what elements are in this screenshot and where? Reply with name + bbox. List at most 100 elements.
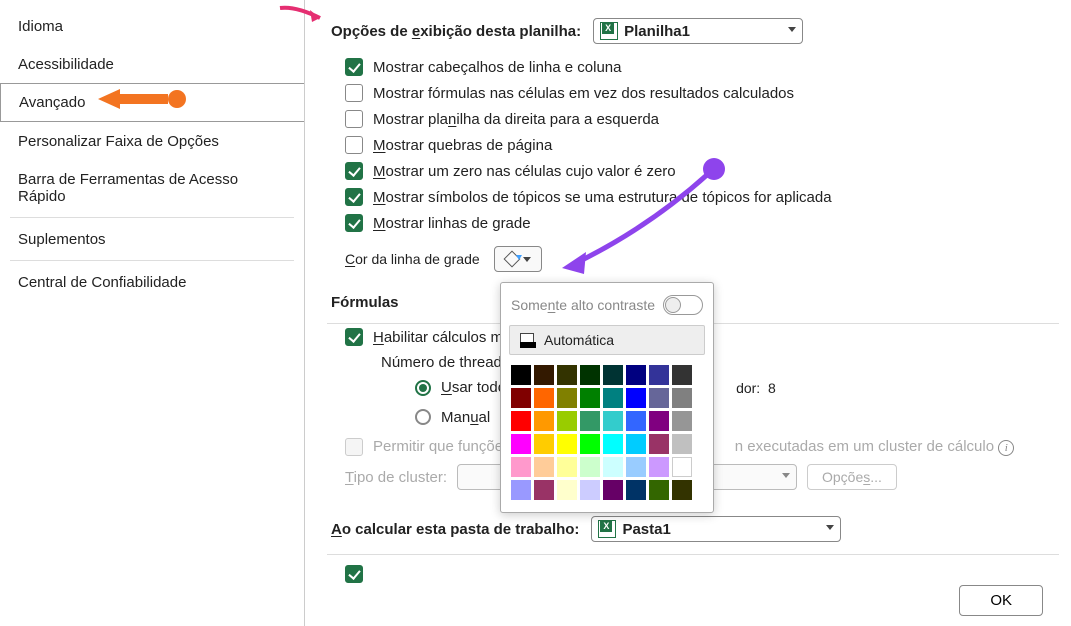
paint-bucket-icon xyxy=(505,252,519,266)
color-swatch[interactable] xyxy=(603,388,623,408)
checkbox-multithread[interactable] xyxy=(345,328,363,346)
label-manual-threads: Manual xyxy=(441,409,490,426)
ok-button[interactable]: OK xyxy=(959,585,1043,616)
sidebar-item-personalizar-faixa[interactable]: Personalizar Faixa de Opções xyxy=(0,122,304,160)
label-processor-suffix: dor: 8 xyxy=(736,380,776,396)
calc-workbook-header: Ao calcular esta pasta de trabalho: Past… xyxy=(331,516,1059,542)
chevron-down-icon xyxy=(826,525,834,530)
sidebar-item-central-confiabilidade[interactable]: Central de Confiabilidade xyxy=(0,263,304,301)
color-swatch[interactable] xyxy=(557,388,577,408)
color-swatch[interactable] xyxy=(603,365,623,385)
color-swatch[interactable] xyxy=(557,365,577,385)
annotation-purple-dot xyxy=(703,158,725,180)
color-swatch[interactable] xyxy=(672,457,692,477)
color-swatch[interactable] xyxy=(580,365,600,385)
color-swatch[interactable] xyxy=(649,434,669,454)
chevron-down-icon xyxy=(523,257,531,262)
color-swatch[interactable] xyxy=(511,365,531,385)
color-swatch[interactable] xyxy=(580,434,600,454)
color-swatch[interactable] xyxy=(534,388,554,408)
options-sidebar: Idioma Acessibilidade Avançado Personali… xyxy=(0,0,304,626)
chevron-down-icon xyxy=(788,27,796,32)
cluster-options-button: Opções... xyxy=(807,464,897,490)
checkbox-rtl-sheet[interactable] xyxy=(345,110,363,128)
color-swatch[interactable] xyxy=(672,411,692,431)
label-page-breaks: Mostrar quebras de página xyxy=(373,137,552,154)
sidebar-item-barra-acesso-rapido[interactable]: Barra de Ferramentas de Acesso Rápido xyxy=(0,160,304,215)
excel-icon xyxy=(598,520,616,538)
color-swatch[interactable] xyxy=(511,411,531,431)
checkbox-show-formulas[interactable] xyxy=(345,84,363,102)
color-swatch[interactable] xyxy=(649,480,669,500)
color-swatch[interactable] xyxy=(649,365,669,385)
label-outline-symbols: Mostrar símbolos de tópicos se uma estru… xyxy=(373,189,832,206)
color-swatch[interactable] xyxy=(557,457,577,477)
worksheet-dropdown[interactable]: Planilha1 xyxy=(593,18,803,44)
color-swatch[interactable] xyxy=(580,480,600,500)
color-swatch[interactable] xyxy=(649,457,669,477)
color-swatch[interactable] xyxy=(580,457,600,477)
gridline-color-button[interactable] xyxy=(494,246,542,272)
color-automatic[interactable]: Automática xyxy=(509,325,705,355)
color-swatch-grid xyxy=(509,363,705,502)
toggle-high-contrast[interactable] xyxy=(663,295,703,315)
color-swatch[interactable] xyxy=(603,457,623,477)
radio-manual-threads[interactable] xyxy=(415,409,431,425)
color-swatch[interactable] xyxy=(626,434,646,454)
label-rtl-sheet: Mostrar planilha da direita para a esque… xyxy=(373,111,659,128)
color-swatch[interactable] xyxy=(557,411,577,431)
color-swatch[interactable] xyxy=(603,480,623,500)
color-picker-popup: Somente alto contraste Automática xyxy=(500,282,714,513)
color-swatch[interactable] xyxy=(511,388,531,408)
label-multithread: Habilitar cálculos mu xyxy=(373,329,511,346)
color-swatch[interactable] xyxy=(511,480,531,500)
workbook-dropdown[interactable]: Pasta1 xyxy=(591,516,841,542)
color-swatch[interactable] xyxy=(672,388,692,408)
checkbox-cluster xyxy=(345,438,363,456)
color-swatch[interactable] xyxy=(626,457,646,477)
sidebar-item-acessibilidade[interactable]: Acessibilidade xyxy=(0,45,304,83)
color-swatch[interactable] xyxy=(534,365,554,385)
sidebar-item-idioma[interactable]: Idioma xyxy=(0,7,304,45)
color-swatch[interactable] xyxy=(672,434,692,454)
checkbox-row-col-headers[interactable] xyxy=(345,58,363,76)
color-swatch[interactable] xyxy=(626,365,646,385)
color-swatch[interactable] xyxy=(534,480,554,500)
color-swatch[interactable] xyxy=(649,388,669,408)
checkbox-show-zeros[interactable] xyxy=(345,162,363,180)
sidebar-item-avancado[interactable]: Avançado xyxy=(0,83,304,122)
checkbox-outline-symbols[interactable] xyxy=(345,188,363,206)
color-swatch[interactable] xyxy=(511,457,531,477)
color-swatch[interactable] xyxy=(603,434,623,454)
chevron-down-icon xyxy=(782,473,790,478)
color-swatch[interactable] xyxy=(626,388,646,408)
color-swatch[interactable] xyxy=(534,434,554,454)
color-swatch[interactable] xyxy=(557,480,577,500)
color-swatch[interactable] xyxy=(580,388,600,408)
label-row-col-headers: Mostrar cabeçalhos de linha e coluna xyxy=(373,59,621,76)
color-swatch[interactable] xyxy=(580,411,600,431)
label-show-formulas: Mostrar fórmulas nas células em vez dos … xyxy=(373,85,794,102)
color-swatch[interactable] xyxy=(672,480,692,500)
color-swatch[interactable] xyxy=(511,434,531,454)
checkbox-gridlines[interactable] xyxy=(345,214,363,232)
checkbox-calc-option[interactable] xyxy=(345,565,363,583)
color-swatch[interactable] xyxy=(626,411,646,431)
excel-icon xyxy=(600,22,618,40)
color-swatch[interactable] xyxy=(534,457,554,477)
color-swatch[interactable] xyxy=(557,434,577,454)
color-swatch[interactable] xyxy=(534,411,554,431)
info-icon[interactable]: i xyxy=(998,440,1014,456)
auto-color-icon xyxy=(520,333,534,347)
checkbox-page-breaks[interactable] xyxy=(345,136,363,154)
color-swatch[interactable] xyxy=(603,411,623,431)
sidebar-item-suplementos[interactable]: Suplementos xyxy=(0,220,304,258)
label-high-contrast: Somente alto contraste xyxy=(511,297,655,313)
radio-use-all-processors[interactable] xyxy=(415,380,431,396)
label-cluster-type: Tipo de cluster: xyxy=(345,469,447,486)
display-options-header: Opções de exibição desta planilha: Plani… xyxy=(331,18,1059,44)
label-gridlines: Mostrar linhas de grade xyxy=(373,215,531,232)
color-swatch[interactable] xyxy=(626,480,646,500)
color-swatch[interactable] xyxy=(672,365,692,385)
color-swatch[interactable] xyxy=(649,411,669,431)
